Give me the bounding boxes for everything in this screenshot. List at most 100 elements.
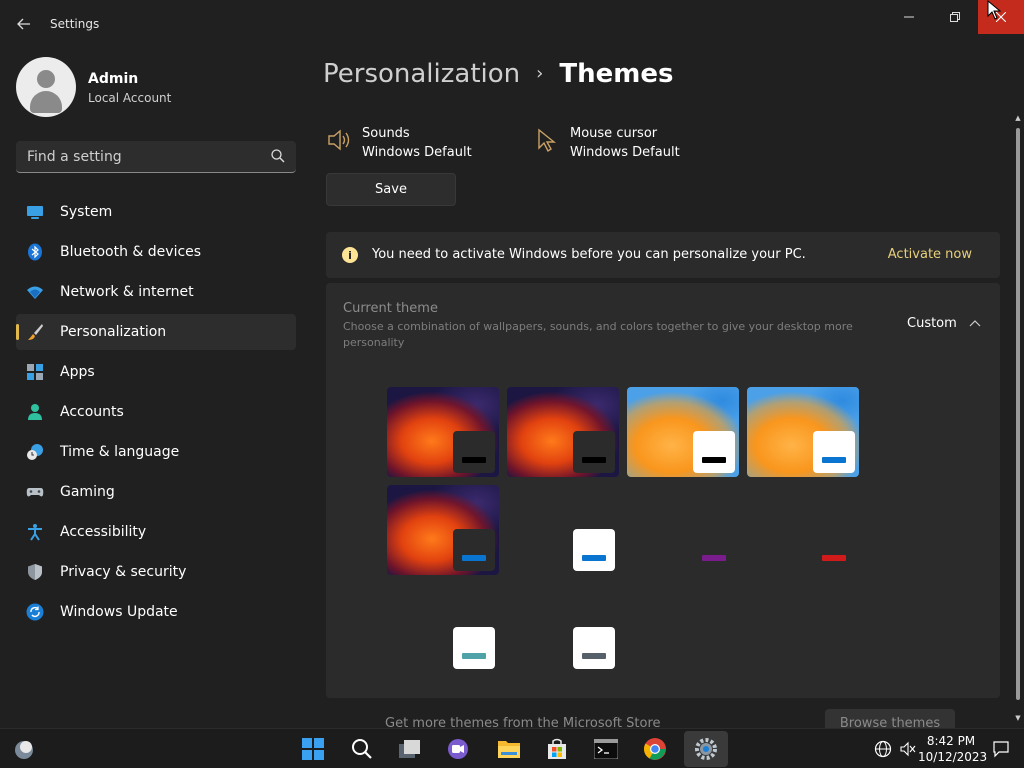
notification-icon[interactable] (992, 740, 1010, 758)
search-input[interactable] (16, 141, 266, 172)
current-theme-title: Current theme (343, 301, 438, 316)
update-icon (26, 603, 44, 621)
theme-tile[interactable] (747, 387, 859, 477)
page-title: Themes (559, 59, 674, 89)
sidebar-item-label: Accessibility (60, 524, 147, 540)
theme-tile[interactable] (627, 387, 739, 477)
taskbar-clock[interactable]: 8:42 PM 10/12/2023 (918, 733, 987, 765)
sidebar-item-apps[interactable]: Apps (16, 354, 296, 390)
person-icon (28, 404, 42, 420)
start-button[interactable] (299, 735, 327, 763)
apps-icon (27, 364, 43, 380)
sidebar-item-accessibility[interactable]: Accessibility (16, 514, 296, 550)
contrast-theme-tile[interactable] (822, 555, 846, 561)
contrast-theme-tile[interactable] (453, 627, 495, 669)
sidebar-item-bluetooth[interactable]: Bluetooth & devices (16, 234, 296, 270)
task-view-button[interactable] (396, 735, 424, 763)
app-title: Settings (50, 17, 100, 31)
scroll-down-arrow-icon[interactable]: ▼ (1014, 714, 1022, 722)
store-icon (548, 738, 566, 759)
current-theme-description: Choose a combination of wallpapers, soun… (343, 320, 853, 349)
terminal-button[interactable] (592, 735, 620, 763)
scrollbar-thumb[interactable] (1016, 128, 1020, 700)
theme-window-preview (573, 431, 615, 473)
search-icon[interactable] (270, 148, 286, 164)
breadcrumb-parent[interactable]: Personalization (323, 59, 520, 89)
mouse-cursor-property[interactable]: Mouse cursor Windows Default (534, 125, 734, 165)
save-button[interactable]: Save (326, 173, 456, 206)
file-explorer-icon (498, 741, 520, 758)
sidebar-item-privacy[interactable]: Privacy & security (16, 554, 296, 590)
sidebar-item-time-language[interactable]: Time & language (16, 434, 296, 470)
activate-now-link[interactable]: Activate now (888, 247, 972, 262)
scrollbar[interactable]: ▲ ▼ (1014, 114, 1022, 726)
theme-tile[interactable] (387, 485, 499, 575)
sidebar-item-system[interactable]: System (16, 194, 296, 230)
chrome-icon (644, 738, 666, 760)
minimize-icon (904, 16, 914, 18)
terminal-icon (594, 739, 618, 759)
sidebar-item-label: Apps (60, 364, 95, 380)
sidebar-item-label: System (60, 204, 113, 220)
search-box (16, 141, 296, 173)
mouse-cursor-title: Mouse cursor (570, 126, 658, 141)
restore-button[interactable] (932, 0, 978, 34)
mouse-pointer-icon (987, 0, 1001, 20)
file-explorer-button[interactable] (495, 735, 523, 763)
clock-time: 8:42 PM (926, 734, 976, 748)
bluetooth-icon (28, 243, 42, 261)
settings-taskbar-button[interactable] (684, 731, 728, 767)
theme-window-preview (813, 431, 855, 473)
contrast-theme-tile[interactable] (702, 555, 726, 561)
sidebar-item-label: Windows Update (60, 604, 178, 620)
sidebar-item-label: Time & language (60, 444, 180, 460)
sidebar-item-network[interactable]: Network & internet (16, 274, 296, 310)
breadcrumb-separator: › (536, 63, 544, 84)
contrast-theme-tile[interactable] (573, 627, 615, 669)
shield-icon (28, 564, 42, 580)
microsoft-store-button[interactable] (543, 735, 571, 763)
taskbar-search-button[interactable] (348, 735, 376, 763)
theme-window-preview (453, 431, 495, 473)
sidebar-item-accounts[interactable]: Accounts (16, 394, 296, 430)
taskbar: 8:42 PM 10/12/2023 (0, 728, 1024, 768)
activation-banner: i You need to activate Windows before yo… (326, 232, 1000, 278)
close-button[interactable] (978, 0, 1024, 34)
sounds-title: Sounds (362, 126, 410, 141)
clock-globe-icon (27, 444, 43, 460)
monitor-icon (27, 206, 43, 219)
language-globe-icon[interactable] (874, 740, 892, 758)
sidebar-item-label: Gaming (60, 484, 115, 500)
sidebar-item-windows-update[interactable]: Windows Update (16, 594, 296, 630)
volume-muted-icon[interactable] (899, 740, 917, 758)
account-type: Local Account (88, 91, 172, 105)
store-themes-text: Get more themes from the Microsoft Store (385, 716, 661, 728)
minimize-button[interactable] (886, 0, 932, 34)
sounds-property[interactable]: Sounds Windows Default (326, 125, 526, 165)
theme-window-preview (693, 431, 735, 473)
sidebar-item-gaming[interactable]: Gaming (16, 474, 296, 510)
scroll-up-arrow-icon[interactable]: ▲ (1014, 114, 1022, 122)
back-arrow-icon (17, 18, 30, 30)
chat-button[interactable] (444, 735, 472, 763)
sidebar-item-personalization[interactable]: Personalization (16, 314, 296, 350)
chevron-up-icon[interactable] (969, 318, 981, 330)
browse-themes-button[interactable]: Browse themes (825, 709, 955, 728)
back-button[interactable] (10, 12, 38, 36)
start-icon (302, 738, 324, 760)
speaker-icon (328, 129, 350, 151)
theme-tile[interactable] (387, 387, 499, 477)
chrome-button[interactable] (641, 735, 669, 763)
sidebar-item-label: Network & internet (60, 284, 194, 300)
wifi-icon (27, 286, 43, 299)
info-icon: i (342, 247, 358, 263)
sidebar-item-label: Privacy & security (60, 564, 187, 580)
theme-tile[interactable] (507, 387, 619, 477)
contrast-theme-tile[interactable] (573, 529, 615, 571)
settings-icon (695, 738, 717, 760)
widgets-button[interactable] (10, 735, 38, 763)
user-name: Admin (88, 71, 139, 87)
current-theme-header[interactable]: Current theme Choose a combination of wa… (326, 283, 1000, 353)
sidebar-item-label: Accounts (60, 404, 124, 420)
current-theme-panel: Current theme Choose a combination of wa… (326, 283, 1000, 698)
